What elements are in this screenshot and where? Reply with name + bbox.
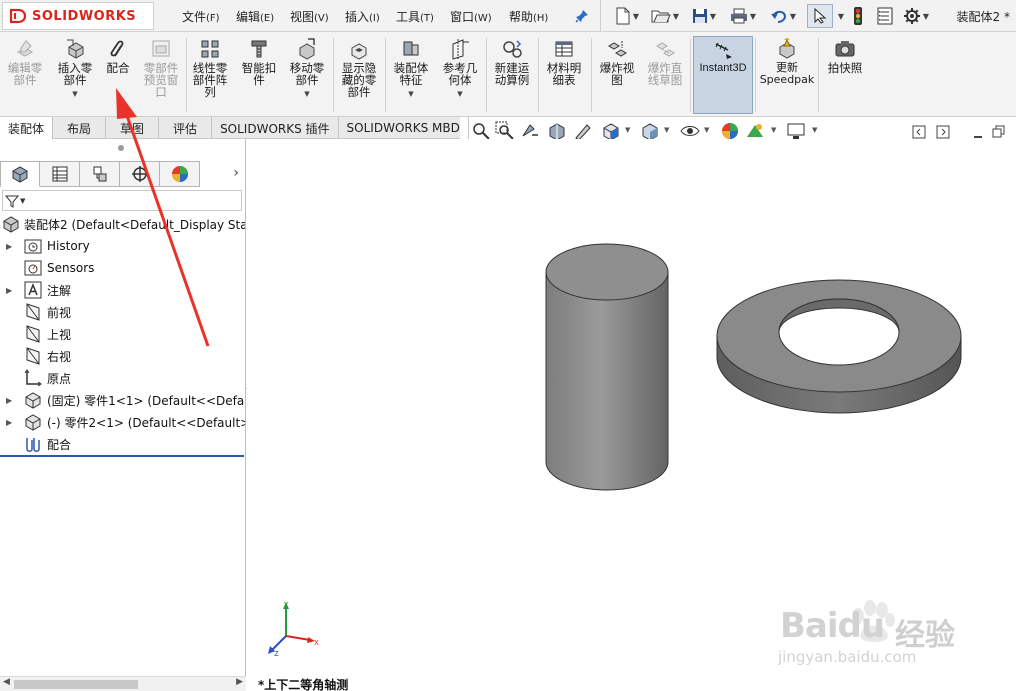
- triad-y-label: Y: [283, 601, 289, 609]
- reference-triad: Y X Z: [268, 601, 319, 658]
- watermark-brand: Baidu: [780, 606, 885, 646]
- view-orientation-label: *上下二等角轴测: [258, 678, 349, 691]
- triad-x-label: X: [314, 639, 319, 647]
- watermark-url: jingyan.baidu.com: [778, 648, 917, 666]
- triad-z-label: Z: [274, 650, 279, 658]
- washer-part[interactable]: [716, 279, 962, 414]
- cylinder-part[interactable]: [545, 243, 669, 491]
